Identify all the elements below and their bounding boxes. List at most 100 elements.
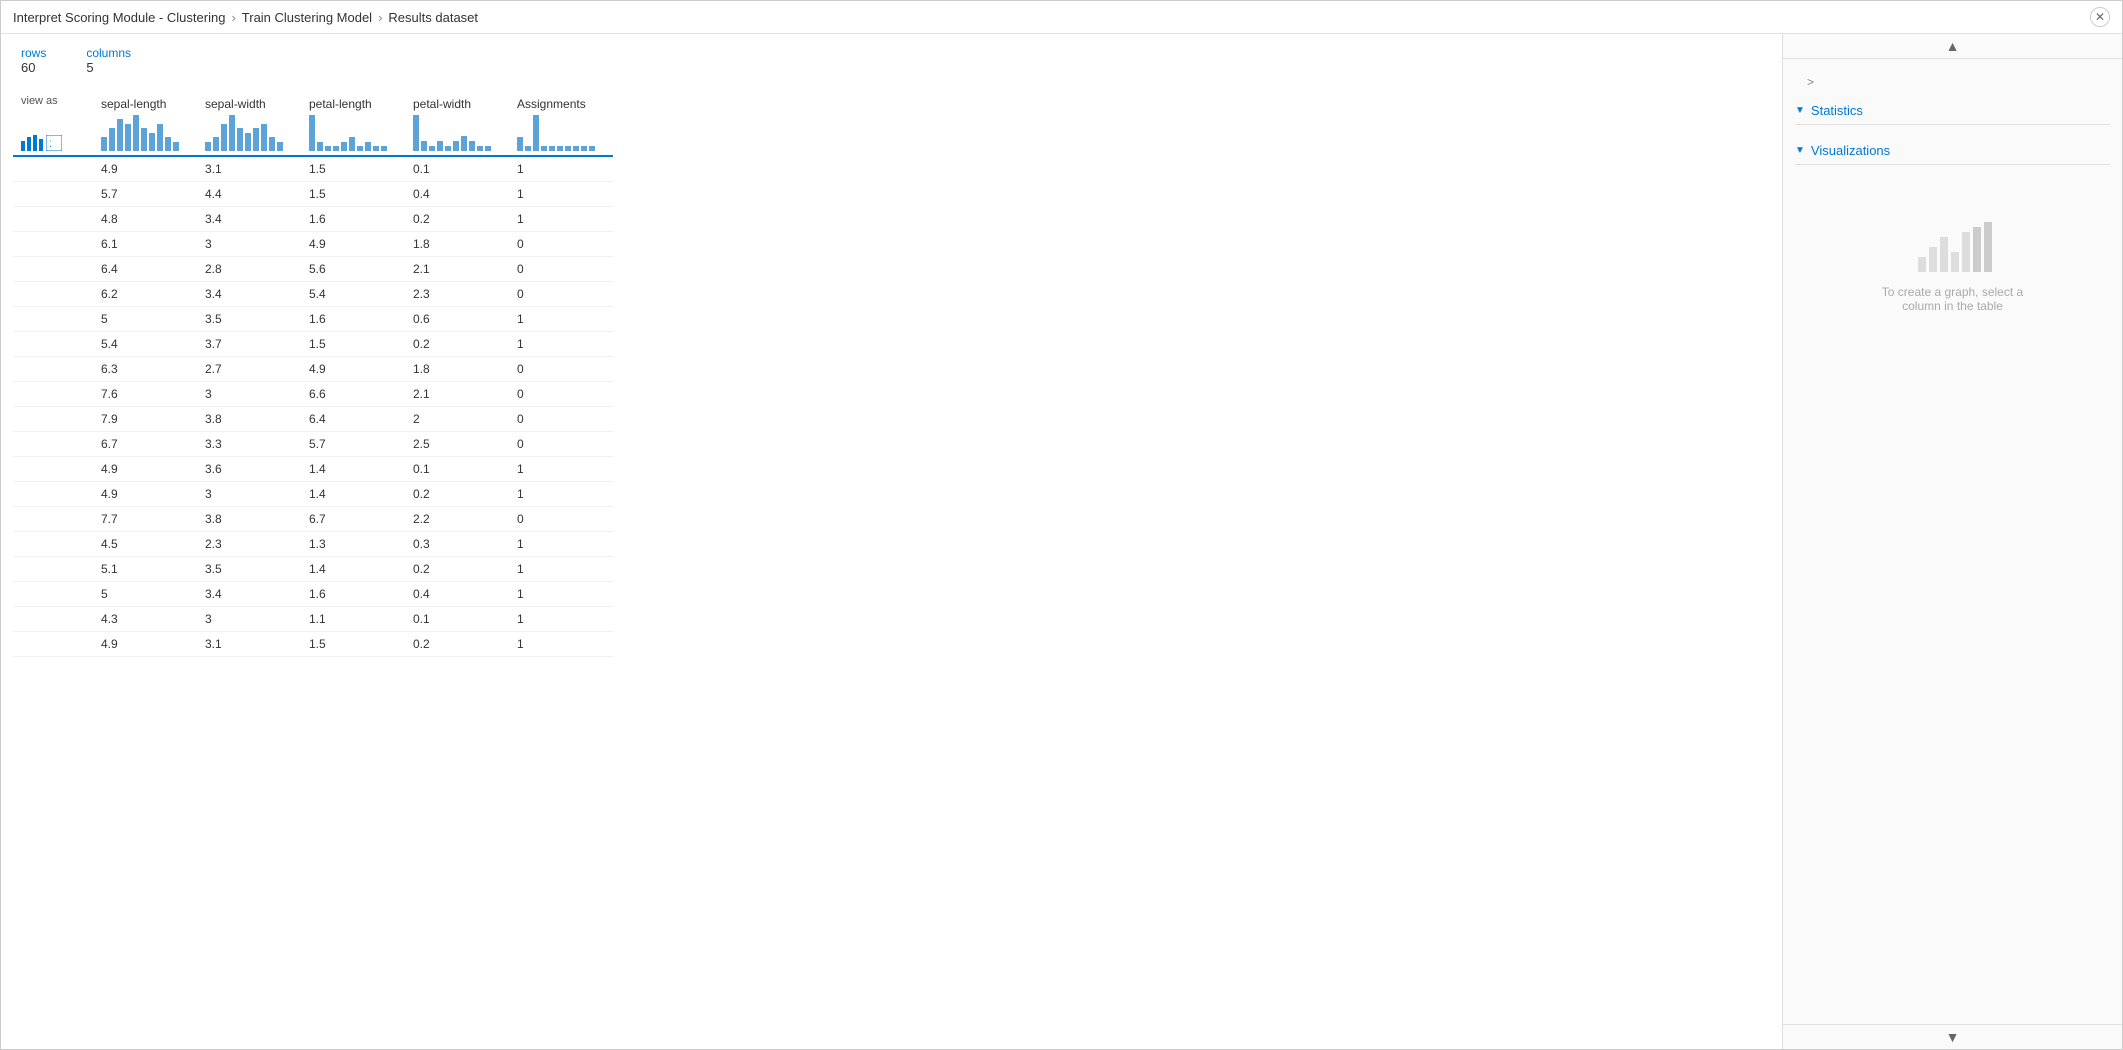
cell-petal-width: 0.4 [405,182,509,207]
cell-assignments: 0 [509,407,613,432]
cell-petal-width: 2.1 [405,257,509,282]
petal-length-histogram [309,111,393,151]
breadcrumb-part2[interactable]: Train Clustering Model [242,10,372,25]
col-assignments[interactable]: Assignments [509,91,613,156]
visualizations-header[interactable]: ▼ Visualizations [1795,137,2110,165]
cell-sepal-length: 5 [93,582,197,607]
table-row[interactable]: 5.4 3.7 1.5 0.2 1 [13,332,613,357]
scroll-down-button[interactable]: ▼ [1783,1024,2122,1049]
cell-sepal-width: 2.8 [197,257,301,282]
table-row[interactable]: 6.7 3.3 5.7 2.5 0 [13,432,613,457]
cell-assignments: 0 [509,232,613,257]
visualizations-label: Visualizations [1811,143,1890,158]
table-row[interactable]: 4.9 3.6 1.4 0.1 1 [13,457,613,482]
table-row[interactable]: 6.3 2.7 4.9 1.8 0 [13,357,613,382]
cell-assignments: 0 [509,432,613,457]
cell-petal-length: 1.5 [301,632,405,657]
svg-text:⁚: ⁚ [49,139,52,149]
close-button[interactable]: ✕ [2090,7,2110,27]
col-petal-length[interactable]: petal-length [301,91,405,156]
bar-chart-icon [21,133,43,151]
table-row[interactable]: 5.7 4.4 1.5 0.4 1 [13,182,613,207]
cell-assignments: 1 [509,307,613,332]
table-row[interactable]: 4.9 3 1.4 0.2 1 [13,482,613,507]
breadcrumb-sep2: › [378,10,382,25]
table-row[interactable]: 4.8 3.4 1.6 0.2 1 [13,207,613,232]
table-row[interactable]: 4.9 3.1 1.5 0.1 1 [13,156,613,182]
columns-stat: columns 5 [86,46,131,75]
cell-assignments: 0 [509,357,613,382]
cell-assignments: 1 [509,182,613,207]
cell-sepal-width: 3.4 [197,207,301,232]
cell-petal-width: 1.8 [405,357,509,382]
cell-petal-width: 2.2 [405,507,509,532]
petal-width-histogram [413,111,497,151]
cell-petal-length: 6.6 [301,382,405,407]
expand-icon[interactable]: > [1795,67,2110,97]
row-number [13,582,93,607]
row-number [13,407,93,432]
cell-petal-width: 0.2 [405,332,509,357]
sepal-width-histogram [205,111,289,151]
scroll-up-button[interactable]: ▲ [1783,34,2122,59]
cell-petal-length: 5.4 [301,282,405,307]
cell-sepal-length: 7.9 [93,407,197,432]
data-table: view as [13,91,613,657]
stats-row: rows 60 columns 5 [13,46,1782,75]
table-row[interactable]: 6.4 2.8 5.6 2.1 0 [13,257,613,282]
col-sepal-length[interactable]: sepal-length [93,91,197,156]
cell-sepal-length: 4.9 [93,156,197,182]
table-row[interactable]: 6.1 3 4.9 1.8 0 [13,232,613,257]
row-number [13,507,93,532]
row-number [13,457,93,482]
cell-sepal-width: 3.4 [197,282,301,307]
cell-petal-length: 4.9 [301,232,405,257]
statistics-section: ▼ Statistics [1795,97,2110,125]
cell-petal-width: 0.6 [405,307,509,332]
breadcrumb: Interpret Scoring Module - Clustering › … [13,10,478,25]
table-row[interactable]: 7.9 3.8 6.4 2 0 [13,407,613,432]
table-row[interactable]: 4.9 3.1 1.5 0.2 1 [13,632,613,657]
col-sepal-width[interactable]: sepal-width [197,91,301,156]
cell-assignments: 1 [509,557,613,582]
cell-petal-width: 0.2 [405,482,509,507]
table-row[interactable]: 5 3.5 1.6 0.6 1 [13,307,613,332]
cell-sepal-length: 7.7 [93,507,197,532]
cell-petal-width: 0.1 [405,457,509,482]
row-number [13,282,93,307]
table-row[interactable]: 7.6 3 6.6 2.1 0 [13,382,613,407]
table-row[interactable]: 7.7 3.8 6.7 2.2 0 [13,507,613,532]
cell-sepal-width: 3.4 [197,582,301,607]
cell-petal-length: 1.1 [301,607,405,632]
col-petal-width[interactable]: petal-width [405,91,509,156]
cell-sepal-length: 6.2 [93,282,197,307]
cell-petal-width: 0.4 [405,582,509,607]
cell-petal-width: 0.2 [405,207,509,232]
cell-petal-length: 5.6 [301,257,405,282]
table-row[interactable]: 4.5 2.3 1.3 0.3 1 [13,532,613,557]
view-as-histogram[interactable]: ⁚ [21,111,81,151]
cell-sepal-length: 4.3 [93,607,197,632]
cell-sepal-width: 3.5 [197,557,301,582]
cell-sepal-length: 5.4 [93,332,197,357]
cell-sepal-width: 2.7 [197,357,301,382]
cell-sepal-length: 5.7 [93,182,197,207]
row-number [13,607,93,632]
table-row[interactable]: 5 3.4 1.6 0.4 1 [13,582,613,607]
right-panel-content: > ▼ Statistics ▼ Visualizations [1783,59,2122,1024]
cell-sepal-width: 3.8 [197,507,301,532]
viz-chart-placeholder-icon [1913,217,1993,277]
table-scroll-area[interactable]: view as [13,91,1782,1049]
cell-petal-length: 6.4 [301,407,405,432]
cell-petal-width: 0.1 [405,156,509,182]
table-row[interactable]: 6.2 3.4 5.4 2.3 0 [13,282,613,307]
cell-sepal-width: 3.1 [197,156,301,182]
statistics-header[interactable]: ▼ Statistics [1795,97,2110,125]
cell-petal-width: 0.2 [405,632,509,657]
table-row[interactable]: 5.1 3.5 1.4 0.2 1 [13,557,613,582]
content-area: rows 60 columns 5 view as [1,34,2122,1049]
cell-petal-width: 0.2 [405,557,509,582]
cell-sepal-width: 3.8 [197,407,301,432]
cell-assignments: 1 [509,332,613,357]
table-row[interactable]: 4.3 3 1.1 0.1 1 [13,607,613,632]
